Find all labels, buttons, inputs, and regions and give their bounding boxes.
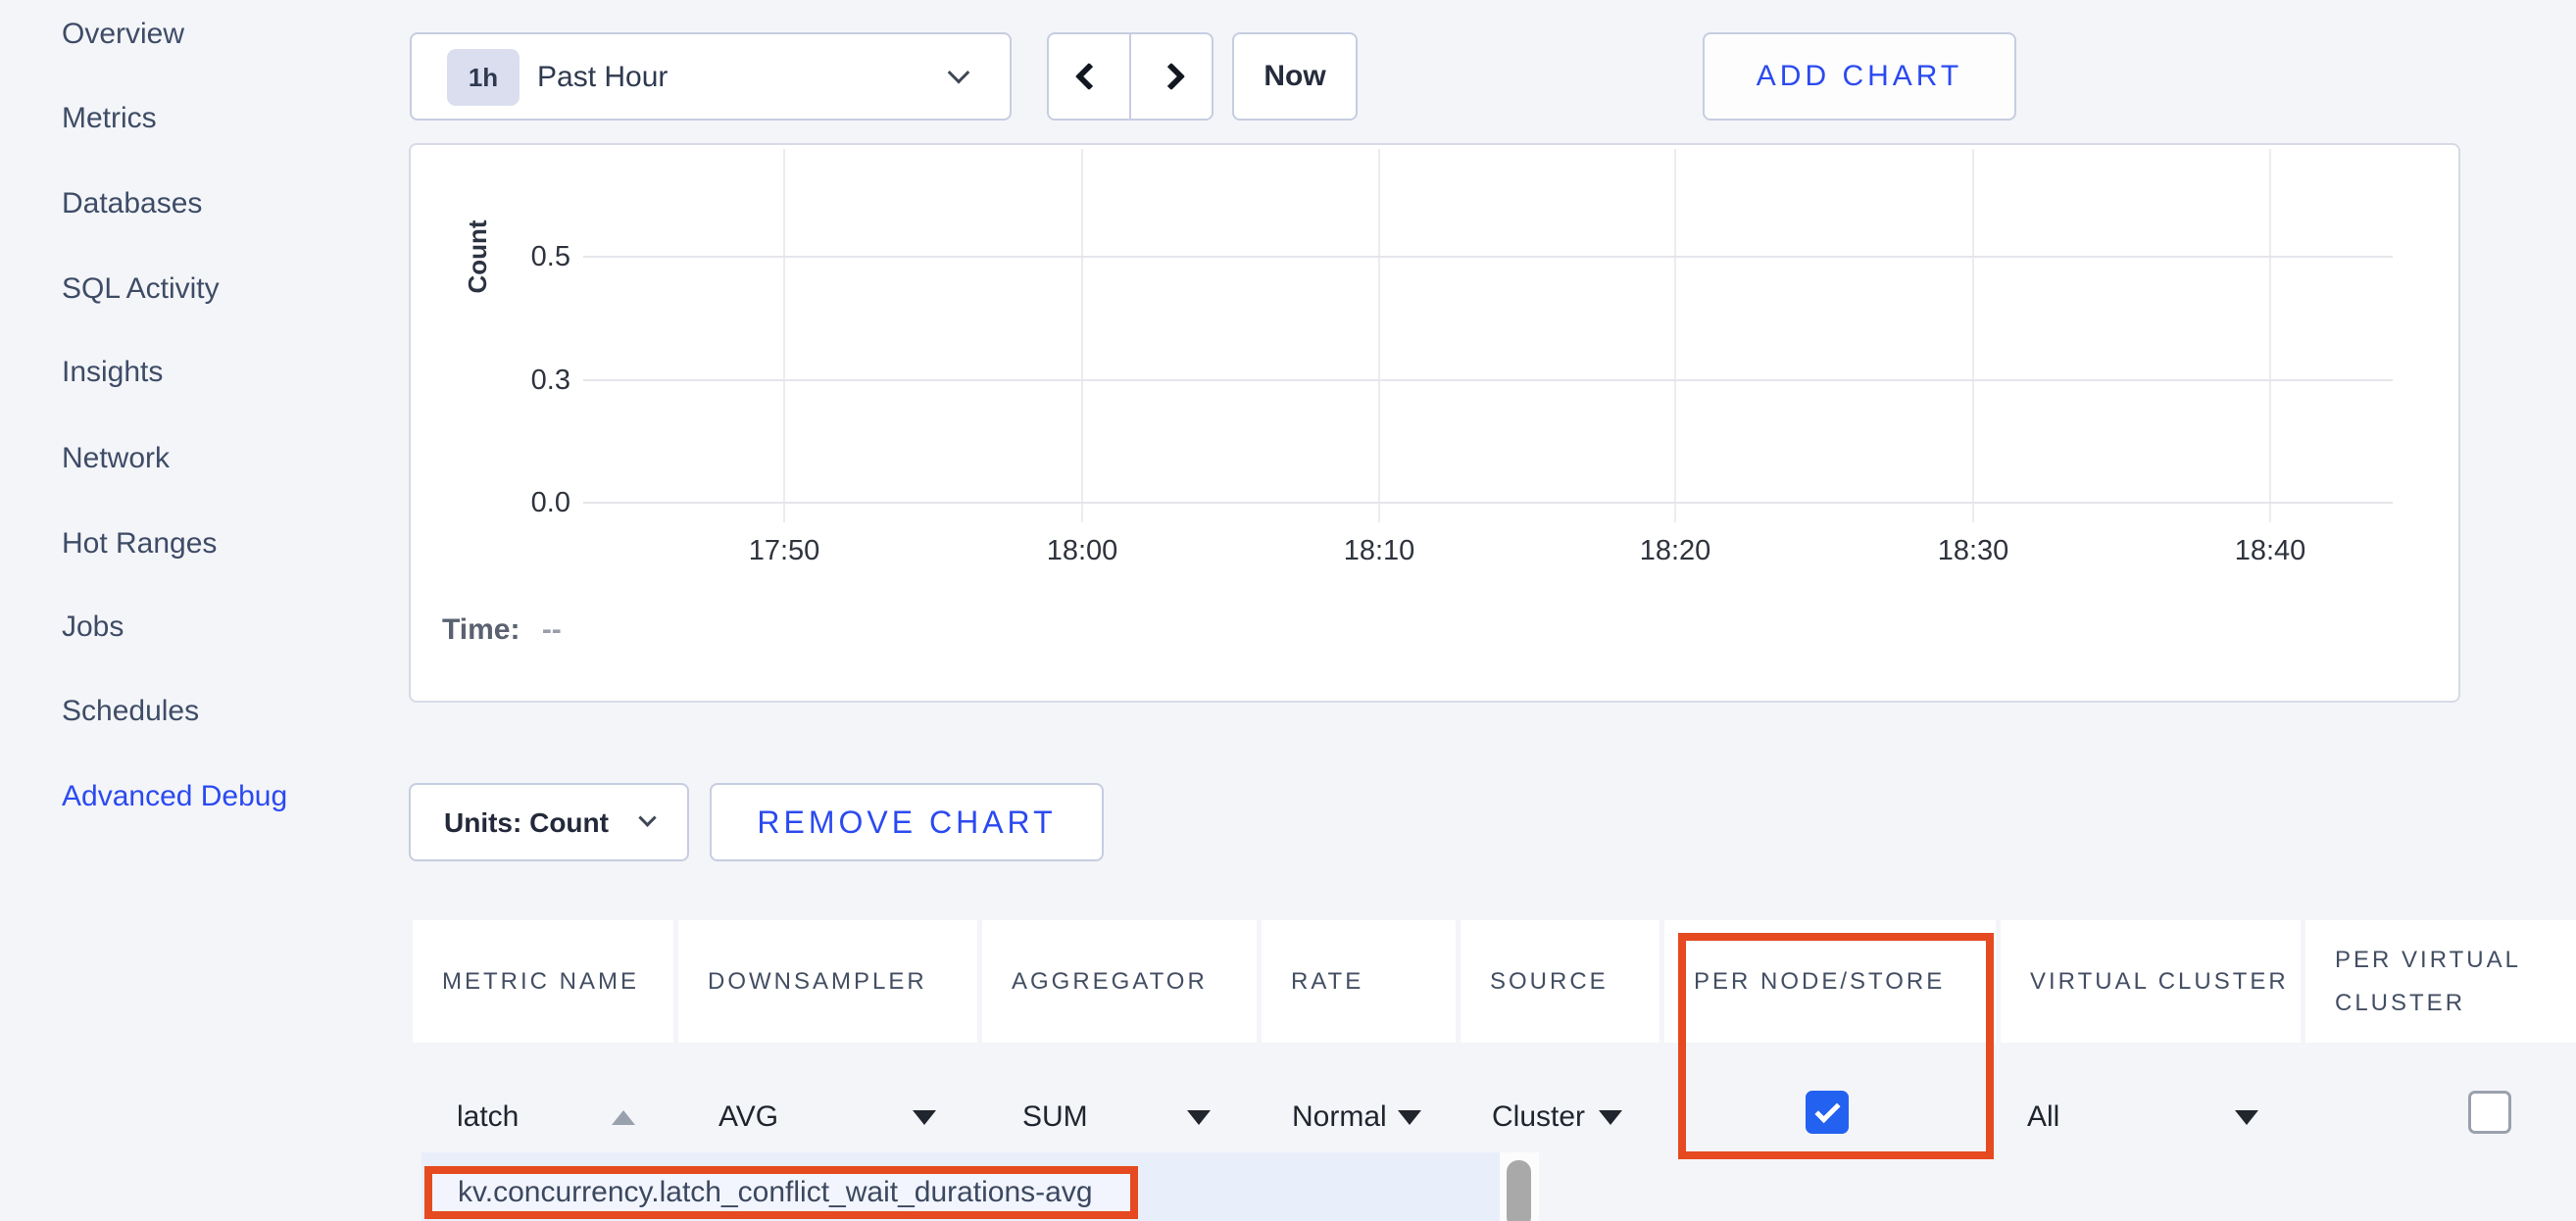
triangle-down-icon [1398, 1110, 1421, 1125]
y-tick-1: 0.3 [472, 365, 570, 397]
header-metric-name: METRIC NAME [413, 920, 673, 1043]
x-tick-1: 18:00 [1014, 535, 1151, 567]
time-readout-value: -- [542, 613, 562, 646]
chevron-right-icon [1158, 63, 1185, 90]
sidebar-item-insights[interactable]: Insights [62, 353, 163, 392]
annotation-box-suggestion: kv.concurrency.latch_conflict_wait_durat… [424, 1166, 1138, 1219]
sidebar-item-metrics[interactable]: Metrics [62, 99, 157, 138]
sidebar-item-schedules[interactable]: Schedules [62, 692, 199, 731]
sidebar-item-jobs[interactable]: Jobs [62, 608, 124, 647]
time-range-label: Past Hour [537, 61, 668, 94]
time-readout-label: Time: [442, 613, 520, 646]
x-tick-2: 18:10 [1311, 535, 1448, 567]
time-step-buttons [1047, 32, 1214, 121]
dropdown-scrollbar[interactable] [1500, 1152, 1539, 1221]
metric-name-input[interactable]: latch [457, 1096, 635, 1139]
sidebar-item-network[interactable]: Network [62, 439, 170, 478]
rate-select[interactable]: Normal [1292, 1096, 1421, 1139]
y-tick-0: 0.5 [472, 241, 570, 273]
sidebar-item-overview[interactable]: Overview [62, 15, 184, 54]
metric-name-value: latch [457, 1100, 519, 1134]
app-root: Overview Metrics Databases SQL Activity … [0, 0, 2576, 1221]
header-source: SOURCE [1461, 920, 1660, 1043]
y-tick-2: 0.0 [472, 487, 570, 519]
time-range-badge: 1h [447, 49, 520, 106]
aggregator-value: SUM [1022, 1100, 1088, 1134]
header-rate: RATE [1262, 920, 1456, 1043]
source-select[interactable]: Cluster [1492, 1096, 1622, 1139]
units-selector-label: Units: Count [444, 807, 609, 839]
time-back-button[interactable] [1049, 34, 1131, 119]
chevron-down-icon [948, 62, 970, 84]
x-tick-0: 17:50 [716, 535, 853, 567]
per-node-store-checkbox[interactable] [1806, 1091, 1849, 1134]
now-button[interactable]: Now [1232, 32, 1358, 121]
virtual-cluster-select[interactable]: All [2027, 1096, 2258, 1139]
per-virtual-cluster-checkbox[interactable] [2468, 1091, 2511, 1134]
time-range-selector[interactable]: 1h Past Hour [410, 32, 1012, 121]
chevron-down-icon [638, 808, 656, 826]
header-per-virtual-cluster: PER VIRTUAL CLUSTER [2305, 920, 2576, 1043]
sidebar-item-advanced-debug[interactable]: Advanced Debug [62, 777, 287, 816]
source-value: Cluster [1492, 1100, 1585, 1134]
chevron-left-icon [1075, 63, 1103, 90]
header-downsampler: DOWNSAMPLER [678, 920, 977, 1043]
add-chart-button[interactable]: ADD CHART [1703, 32, 2016, 121]
metric-suggestion-item[interactable]: kv.concurrency.latch_conflict_wait_durat… [432, 1174, 1130, 1211]
triangle-down-icon [1599, 1110, 1622, 1125]
aggregator-select[interactable]: SUM [1022, 1096, 1211, 1139]
x-tick-3: 18:20 [1607, 535, 1744, 567]
header-virtual-cluster: VIRTUAL CLUSTER [2001, 920, 2301, 1043]
virtual-cluster-value: All [2027, 1100, 2059, 1134]
header-aggregator: AGGREGATOR [982, 920, 1257, 1043]
sidebar-item-hot-ranges[interactable]: Hot Ranges [62, 524, 217, 563]
remove-chart-button[interactable]: REMOVE CHART [710, 783, 1104, 861]
downsampler-value: AVG [718, 1100, 778, 1134]
chart-card: Count 0.5 0.3 0.0 17:50 18:00 18:10 18:2… [409, 143, 2460, 703]
checkmark-icon [1814, 1098, 1840, 1123]
sidebar-item-sql-activity[interactable]: SQL Activity [62, 269, 220, 309]
time-forward-button[interactable] [1131, 34, 1212, 119]
dropdown-scrollbar-thumb[interactable] [1507, 1160, 1531, 1221]
x-tick-4: 18:30 [1905, 535, 2042, 567]
triangle-up-icon [612, 1110, 635, 1125]
header-per-node-store: PER NODE/STORE [1664, 920, 1996, 1043]
triangle-down-icon [1187, 1110, 1211, 1125]
triangle-down-icon [913, 1110, 936, 1125]
rate-value: Normal [1292, 1100, 1387, 1134]
downsampler-select[interactable]: AVG [718, 1096, 936, 1139]
sidebar-item-databases[interactable]: Databases [62, 184, 202, 223]
chart-time-readout: Time: -- [442, 613, 562, 647]
units-selector[interactable]: Units: Count [409, 783, 689, 861]
x-tick-5: 18:40 [2202, 535, 2339, 567]
triangle-down-icon [2235, 1110, 2258, 1125]
